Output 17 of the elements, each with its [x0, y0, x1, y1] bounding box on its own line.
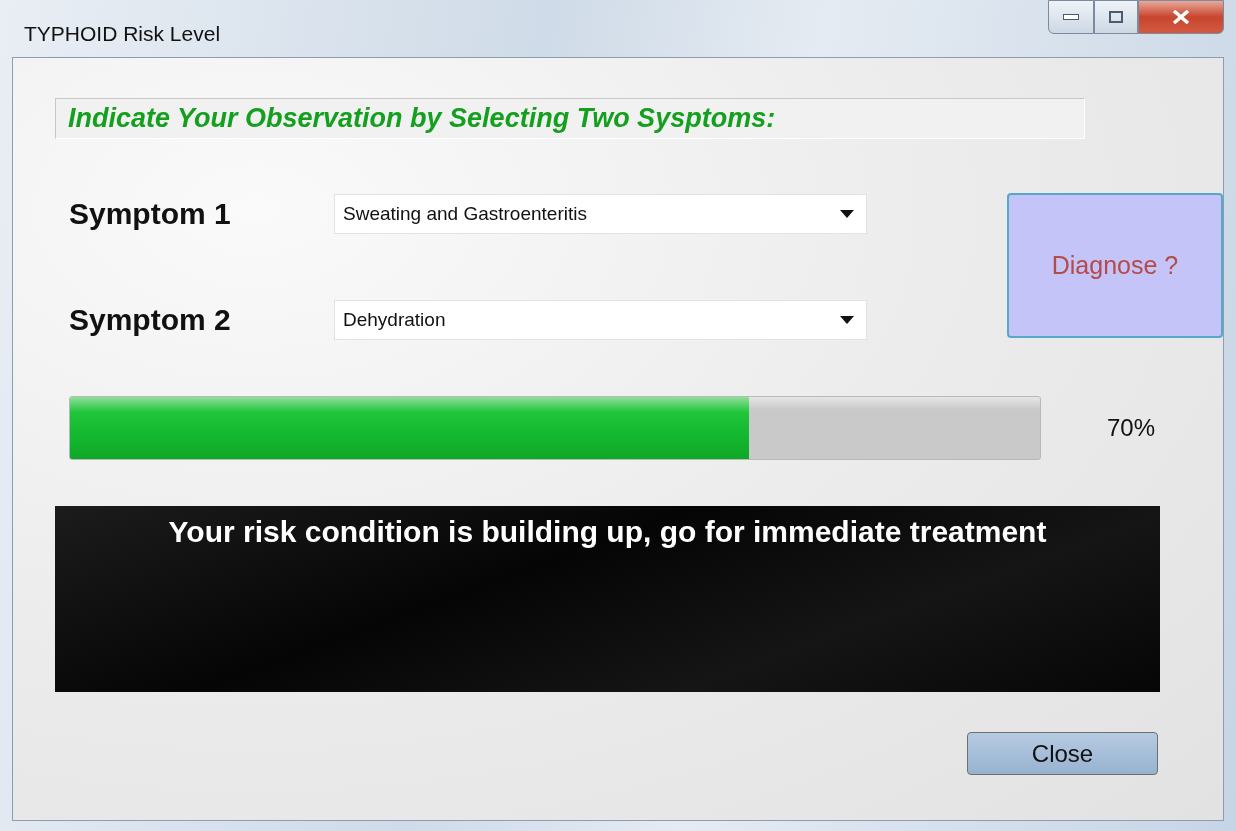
- close-button[interactable]: Close: [967, 732, 1158, 775]
- window-title: TYPHOID Risk Level: [24, 20, 221, 46]
- symptom-label: Symptom 1: [69, 197, 232, 231]
- symptom-label: Symptom 2: [69, 303, 232, 337]
- close-window-button[interactable]: [1138, 0, 1224, 34]
- minimize-button[interactable]: [1048, 0, 1094, 34]
- progress-percent: 70%: [1105, 414, 1156, 442]
- close-icon: [1172, 10, 1190, 24]
- risk-message: Your risk condition is building up, go for immediate treatment: [55, 506, 1160, 692]
- instruction-heading: Indicate Your Observation by Selecting Two Sysptoms:: [55, 98, 1085, 139]
- maximize-button[interactable]: [1094, 0, 1138, 34]
- minimize-icon: [1063, 14, 1079, 20]
- maximize-icon: [1109, 11, 1123, 23]
- dropdown-caret-icon: [840, 316, 854, 324]
- symptom-dropdown[interactable]: Dehydration: [334, 300, 867, 340]
- dropdown-caret-icon: [840, 210, 854, 218]
- symptom-dropdown[interactable]: Sweating and Gastroenteritis: [334, 194, 867, 234]
